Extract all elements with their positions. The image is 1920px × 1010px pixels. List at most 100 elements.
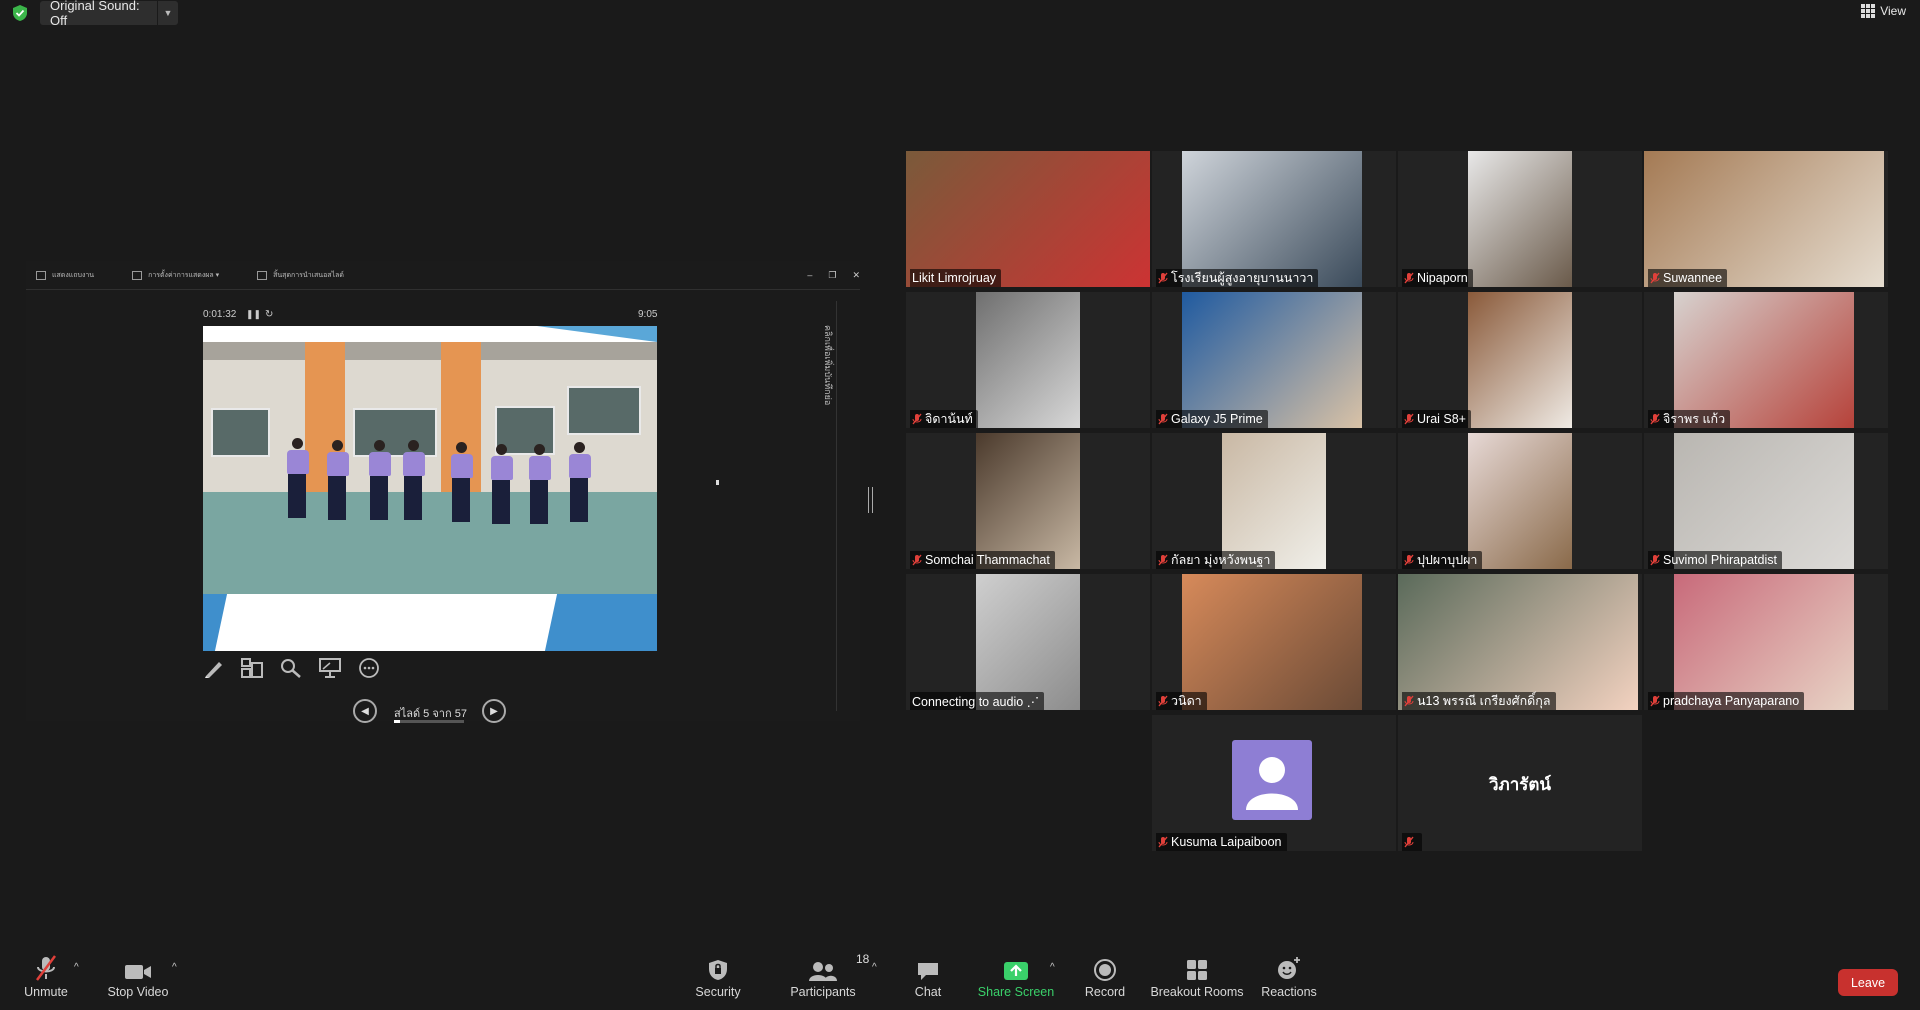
slides-grid-icon[interactable] [240,657,264,679]
participant-name: น13 พรรณี เกรียงศักดิ์กุล [1417,694,1551,708]
participant-name-tag: Galaxy J5 Prime [1156,410,1268,428]
chevron-down-icon[interactable]: ▼ [157,1,178,25]
encryption-shield-icon[interactable] [12,4,28,22]
participants-chevron-icon[interactable]: ^ [872,962,877,973]
previous-slide-button[interactable]: ◀ [353,699,377,723]
participant-video [1222,433,1326,569]
participant-tile[interactable]: กัลยา มุ่งหวังพนฐา [1152,433,1396,569]
dancer [451,442,473,522]
end-slideshow-item[interactable]: สิ้นสุดการนำเสนอสไลด์ [257,270,344,281]
audio-options-chevron-icon[interactable]: ^ [74,962,79,973]
participant-tile[interactable]: น13 พรรณี เกรียงศักดิ์กุล [1398,574,1642,710]
display-settings-item[interactable]: การตั้งค่าการแสดงผล ▾ [132,270,219,281]
participant-video [1182,574,1362,710]
participant-video [1182,292,1362,428]
original-sound-label: Original Sound: Off [50,0,140,28]
participant-name: pradchaya Panyaparano [1663,694,1800,708]
participant-tile[interactable]: วนิดา [1152,574,1396,710]
security-label: Security [695,985,741,999]
minimize-icon[interactable]: – [807,270,812,280]
pen-icon[interactable] [202,657,226,679]
participant-video [1182,151,1362,287]
leave-button[interactable]: Leave [1838,969,1898,996]
reactions-button[interactable]: Reactions [1261,950,1317,1010]
settings-icon [132,270,143,280]
participant-tile[interactable]: จิราพร แก้ว [1644,292,1888,428]
mic-muted-icon [1158,413,1168,425]
participant-tile[interactable]: ปุปผาบุปผา [1398,433,1642,569]
participant-name: กัลยา มุ่งหวังพนฐา [1171,553,1271,567]
mic-muted-icon [1158,272,1168,284]
share-options-chevron-icon[interactable]: ^ [1050,962,1055,973]
show-taskbar-item[interactable]: แสดงแถบงาน [36,270,94,281]
participant-name: Kusuma Laipaiboon [1171,835,1282,849]
participant-name-tag: จิราพร แก้ว [1648,410,1731,428]
chevron-left-icon: ◀ [361,705,369,717]
shield-icon [709,960,727,980]
unmute-button[interactable]: Unmute [18,950,74,1010]
show-taskbar-label: แสดงแถบงาน [52,271,95,279]
participant-tile[interactable]: Galaxy J5 Prime [1152,292,1396,428]
security-button[interactable]: Security [695,950,741,1010]
participant-tile[interactable]: โรงเรียนผู้สูงอายุบานนาวา [1152,151,1396,287]
mic-muted-icon [1650,554,1660,566]
dancer [327,440,349,520]
emoji-plus-icon [1278,957,1300,979]
participants-button[interactable]: 18 Participants [790,950,869,1010]
participant-video [1674,292,1854,428]
participant-name: ปุปผาบุปผา [1417,553,1478,567]
notes-placeholder[interactable]: คลิกเพื่อเพิ่มบันทึกย่อ [821,325,835,405]
split-handle[interactable] [868,487,873,513]
participant-tile[interactable]: Suwannee [1644,151,1888,287]
display-settings-label: การตั้งค่าการแสดงผล ▾ [148,271,220,279]
more-options-icon[interactable] [357,657,381,679]
participant-tile[interactable]: Likit Limrojruay [906,151,1150,287]
participant-tile[interactable]: Kusuma Laipaiboon [1152,715,1396,851]
participant-tile[interactable]: Suvimol Phirapatdist [1644,433,1888,569]
view-button[interactable]: View [1861,4,1906,18]
chevron-right-icon: ▶ [490,705,498,717]
participant-video [976,292,1080,428]
participant-tile[interactable]: จิดาน้นท์ [906,292,1150,428]
dancer [569,442,591,522]
participant-name: โรงเรียนผู้สูงอายุบานนาวา [1171,271,1314,285]
video-camera-icon [125,965,151,979]
participant-name-tag: Suvimol Phirapatdist [1648,551,1782,569]
participant-tile[interactable]: pradchaya Panyaparano [1644,574,1888,710]
participant-tile[interactable]: Connecting to audio ⋰ [906,574,1150,710]
participant-tile[interactable]: Somchai Thammachat [906,433,1150,569]
stop-video-button[interactable]: Stop Video [106,950,170,1010]
participant-video [1644,151,1884,287]
participant-video [1468,292,1572,428]
close-icon[interactable]: ✕ [852,270,860,281]
participant-name-tag: Urai S8+ [1402,410,1471,428]
stop-video-label: Stop Video [107,985,169,999]
next-slide-button[interactable]: ▶ [482,699,506,723]
meeting-toolbar: Unmute Stop Video Security 18 Participan… [0,950,1920,1010]
share-screen-button[interactable]: Share Screen [978,950,1054,1010]
restore-icon[interactable]: ❐ [828,270,836,281]
pause-icon[interactable]: ❚❚ [246,309,261,320]
record-button[interactable]: Record [1084,950,1126,1010]
video-options-chevron-icon[interactable]: ^ [172,962,177,973]
original-sound-button[interactable]: Original Sound: Off ▼ [40,0,178,28]
mic-muted-icon [1650,272,1660,284]
replay-icon[interactable]: ↻ [265,309,273,320]
chat-button[interactable]: Chat [912,950,944,1010]
participant-name-tag: Somchai Thammachat [910,551,1055,569]
participant-video [976,574,1080,710]
slide-video[interactable] [203,326,657,651]
participant-name-tag: วนิดา [1156,692,1207,710]
participant-name-tag: จิดาน้นท์ [910,410,978,428]
breakout-rooms-button[interactable]: Breakout Rooms [1150,950,1244,1010]
participant-name: Suwannee [1663,271,1723,285]
participant-name-tag: Nipaporn [1402,269,1473,287]
participant-tile[interactable]: Urai S8+ [1398,292,1642,428]
participant-tile[interactable]: วิภารัตน์ [1398,715,1642,851]
participant-tile[interactable]: Nipaporn [1398,151,1642,287]
view-label: View [1880,4,1906,18]
video-elapsed-time: 0:01:32 [203,309,237,320]
mic-muted-icon [1650,695,1660,707]
zoom-icon[interactable] [279,657,303,679]
presenter-view-icon[interactable] [318,657,342,679]
